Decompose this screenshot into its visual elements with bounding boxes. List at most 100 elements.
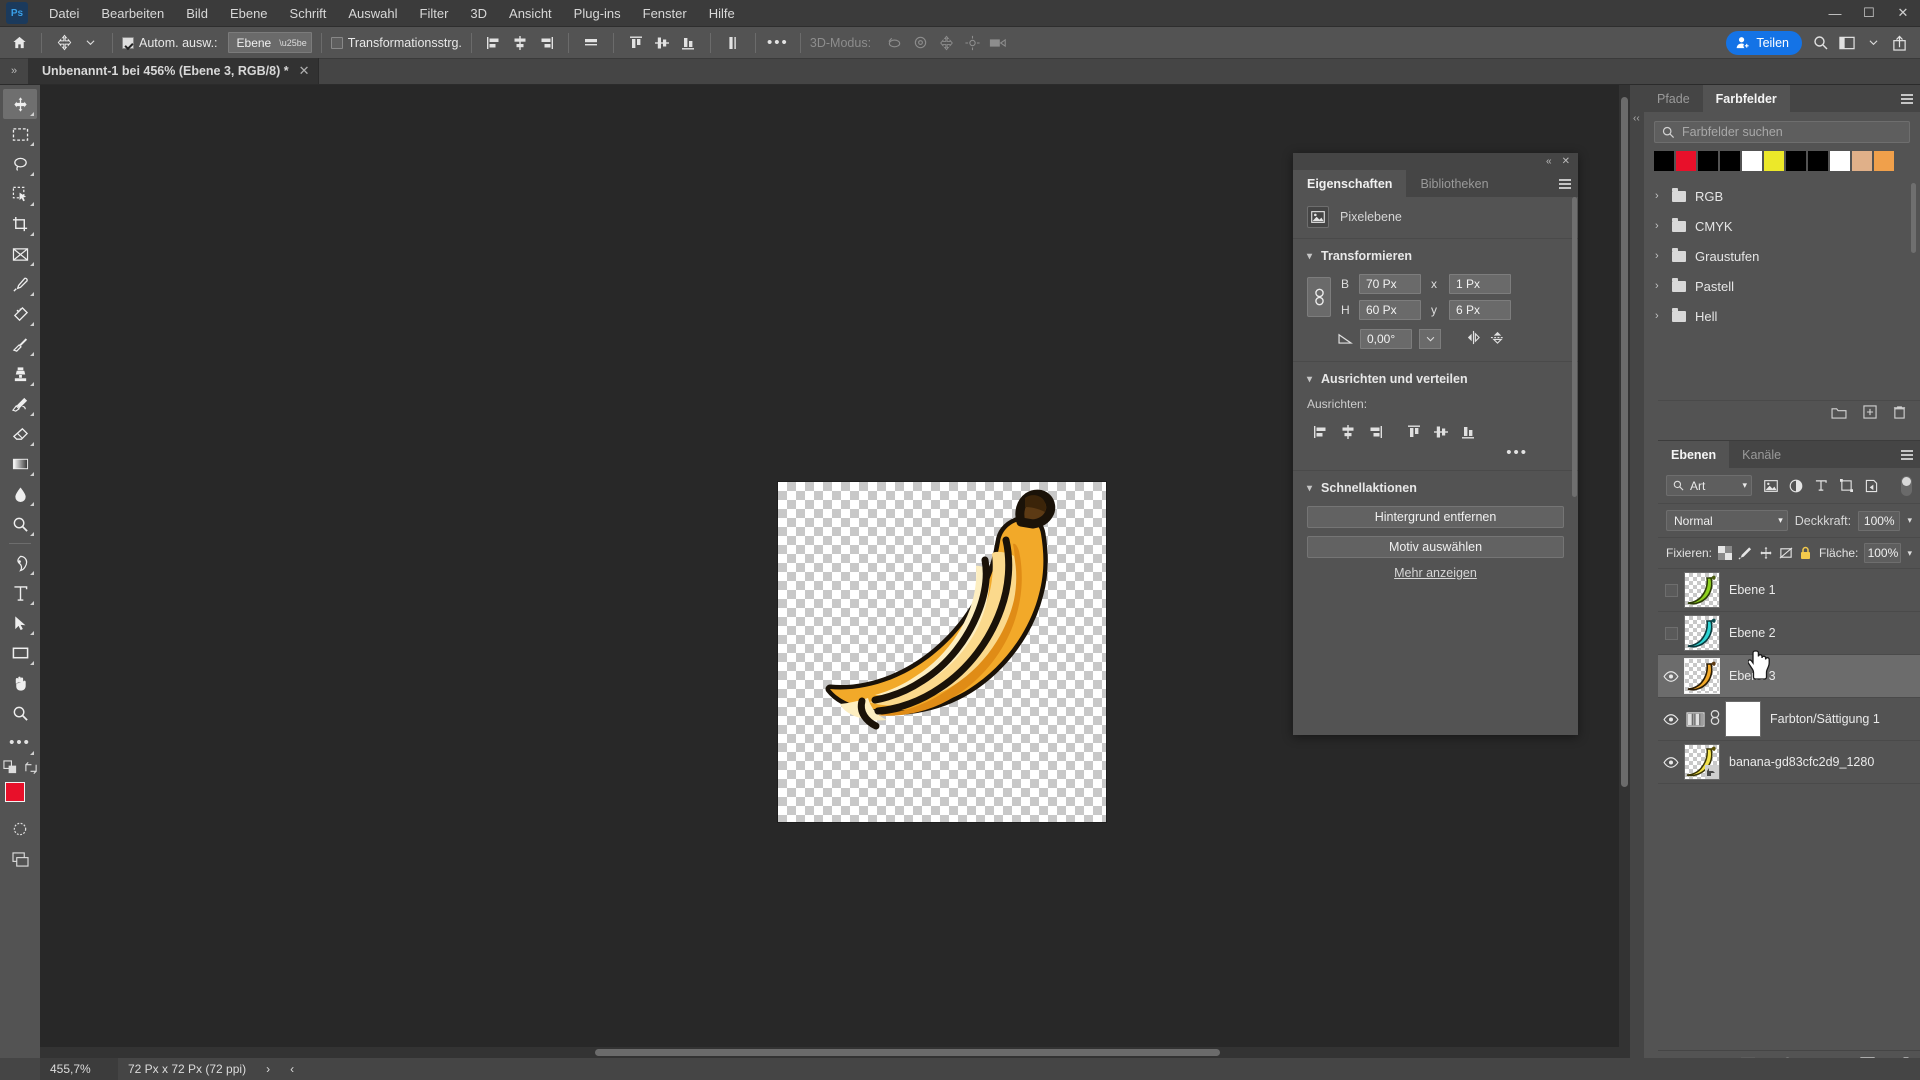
clone-stamp-tool[interactable]: [3, 359, 37, 389]
opacity-input[interactable]: 100%: [1858, 511, 1900, 531]
type-tool[interactable]: [3, 578, 37, 608]
panel-menu-icon[interactable]: [1552, 170, 1578, 197]
spot-healing-tool[interactable]: [3, 299, 37, 329]
menu-hilfe[interactable]: Hilfe: [698, 2, 746, 25]
align-more-button[interactable]: •••: [1506, 448, 1528, 458]
swatch-1[interactable]: [1676, 151, 1696, 171]
y-input[interactable]: 6 Px: [1449, 300, 1511, 320]
align-horizontal-centers-button[interactable]: [1334, 420, 1361, 444]
dodge-tool[interactable]: [3, 509, 37, 539]
lock-nesting-icon[interactable]: [1779, 544, 1793, 562]
collapse-panel-icon[interactable]: »: [0, 58, 28, 84]
rectangle-shape-tool[interactable]: [3, 638, 37, 668]
fill-chevron-icon[interactable]: ▾: [1907, 548, 1912, 559]
status-prev-icon[interactable]: ‹: [280, 1062, 304, 1076]
maximize-button[interactable]: ☐: [1852, 0, 1886, 27]
align-left-edges-button[interactable]: [1307, 420, 1334, 444]
tab-eigenschaften[interactable]: Eigenschaften: [1293, 170, 1406, 197]
quick-mask-icon[interactable]: [3, 814, 37, 844]
panel-menu-icon[interactable]: [1894, 441, 1920, 468]
distribute-vertical-icon[interactable]: [720, 31, 746, 55]
layer-thumbnail[interactable]: [1684, 615, 1720, 651]
quick-actions-title-row[interactable]: ▾ Schnellaktionen: [1307, 481, 1564, 495]
link-aspect-ratio-button[interactable]: [1307, 277, 1331, 317]
swatch-8[interactable]: [1830, 151, 1850, 171]
blend-mode-dropdown[interactable]: Normal ▾: [1666, 510, 1788, 531]
menu-bild[interactable]: Bild: [175, 2, 219, 25]
swatch-folder-graustufen[interactable]: › Graustufen: [1644, 241, 1920, 271]
tab-ebenen[interactable]: Ebenen: [1658, 441, 1729, 468]
search-icon[interactable]: [1808, 31, 1834, 55]
transform-controls-checkbox[interactable]: [331, 37, 343, 49]
canvas-horizontal-scrollbar[interactable]: [40, 1047, 1630, 1058]
opacity-chevron-icon[interactable]: ▾: [1907, 515, 1912, 526]
layer-thumbnail[interactable]: [1684, 658, 1720, 694]
hue-saturation-adjustment-icon[interactable]: [1684, 709, 1706, 729]
tab-farbfelder[interactable]: Farbfelder: [1703, 85, 1790, 112]
layer-row[interactable]: Ebene 1: [1658, 569, 1920, 612]
canvas-vertical-scrollbar[interactable]: [1619, 85, 1630, 1047]
chevron-left-icon[interactable]: ‹‹: [1633, 113, 1640, 124]
height-input[interactable]: 60 Px: [1359, 300, 1421, 320]
share-export-icon[interactable]: [1886, 31, 1912, 55]
layer-row[interactable]: Ebene 3: [1658, 655, 1920, 698]
pen-tool[interactable]: [3, 548, 37, 578]
layer-visibility-toggle[interactable]: [1658, 627, 1684, 640]
layer-thumbnail[interactable]: [1684, 744, 1720, 780]
flip-horizontal-icon[interactable]: [1465, 330, 1482, 348]
document-tab[interactable]: Unbenannt-1 bei 456% (Ebene 3, RGB/8) * …: [28, 58, 319, 84]
status-next-icon[interactable]: ›: [256, 1062, 280, 1076]
show-more-link[interactable]: Mehr anzeigen: [1307, 566, 1564, 580]
swatch-5[interactable]: [1764, 151, 1784, 171]
auto-select-checkbox-group[interactable]: Autom. ausw.:: [122, 36, 218, 50]
share-button[interactable]: Teilen: [1726, 31, 1802, 55]
close-icon[interactable]: ✕: [1562, 156, 1570, 167]
layer-row[interactable]: Farbton/Sättigung 1: [1658, 698, 1920, 741]
swatch-folder-cmyk[interactable]: › CMYK: [1644, 211, 1920, 241]
more-tools-button[interactable]: •••: [3, 728, 37, 758]
gradient-tool[interactable]: [3, 449, 37, 479]
menu-fenster[interactable]: Fenster: [632, 2, 698, 25]
auto-select-scope-dropdown[interactable]: Ebene \u25be: [228, 32, 312, 53]
rectangular-select-tool[interactable]: [3, 119, 37, 149]
align-right-edges-icon[interactable]: [533, 31, 559, 55]
history-brush-tool[interactable]: [3, 389, 37, 419]
tab-kanaele[interactable]: Kanäle: [1729, 441, 1794, 468]
dock-collapse-rail[interactable]: ‹‹: [1630, 85, 1644, 1080]
layer-visibility-toggle[interactable]: [1658, 714, 1684, 725]
new-swatch-icon[interactable]: [1863, 405, 1877, 422]
fill-input[interactable]: 100%: [1864, 543, 1901, 563]
align-section-title-row[interactable]: ▾ Ausrichten und verteilen: [1307, 372, 1564, 386]
swatch-folder-pastell[interactable]: › Pastell: [1644, 271, 1920, 301]
tab-bibliotheken[interactable]: Bibliotheken: [1406, 170, 1502, 197]
swatch-folder-hell[interactable]: › Hell: [1644, 301, 1920, 331]
swatch-10[interactable]: [1874, 151, 1894, 171]
auto-select-checkbox[interactable]: [122, 37, 134, 49]
menu-filter[interactable]: Filter: [409, 2, 460, 25]
align-horizontal-centers-icon[interactable]: [507, 31, 533, 55]
swatch-6[interactable]: [1786, 151, 1806, 171]
menu-plugins[interactable]: Plug-ins: [563, 2, 632, 25]
layer-mask-thumbnail[interactable]: [1725, 701, 1761, 737]
lock-all-icon[interactable]: [1799, 544, 1813, 562]
menu-schrift[interactable]: Schrift: [279, 2, 338, 25]
home-icon[interactable]: [6, 31, 32, 55]
move-tool[interactable]: [3, 89, 37, 119]
align-bottom-edges-icon[interactable]: [675, 31, 701, 55]
swatch-9[interactable]: [1852, 151, 1872, 171]
align-top-edges-icon[interactable]: [623, 31, 649, 55]
screen-mode-icon[interactable]: [3, 844, 37, 874]
swatch-search-input[interactable]: Farbfelder suchen: [1654, 121, 1910, 143]
properties-scrollbar[interactable]: [1571, 197, 1578, 725]
swatch-2[interactable]: [1698, 151, 1718, 171]
layer-row[interactable]: banana-gd83cfc2d9_1280: [1658, 741, 1920, 784]
align-vertical-centers-icon[interactable]: [649, 31, 675, 55]
lock-image-icon[interactable]: [1738, 544, 1752, 562]
panel-menu-icon[interactable]: [1894, 85, 1920, 112]
crop-tool[interactable]: [3, 209, 37, 239]
blur-tool[interactable]: [3, 479, 37, 509]
move-tool-icon[interactable]: [51, 31, 77, 55]
tool-preset-chevron-icon[interactable]: [77, 31, 103, 55]
menu-ebene[interactable]: Ebene: [219, 2, 279, 25]
zoom-level[interactable]: 455,7%: [40, 1058, 118, 1080]
